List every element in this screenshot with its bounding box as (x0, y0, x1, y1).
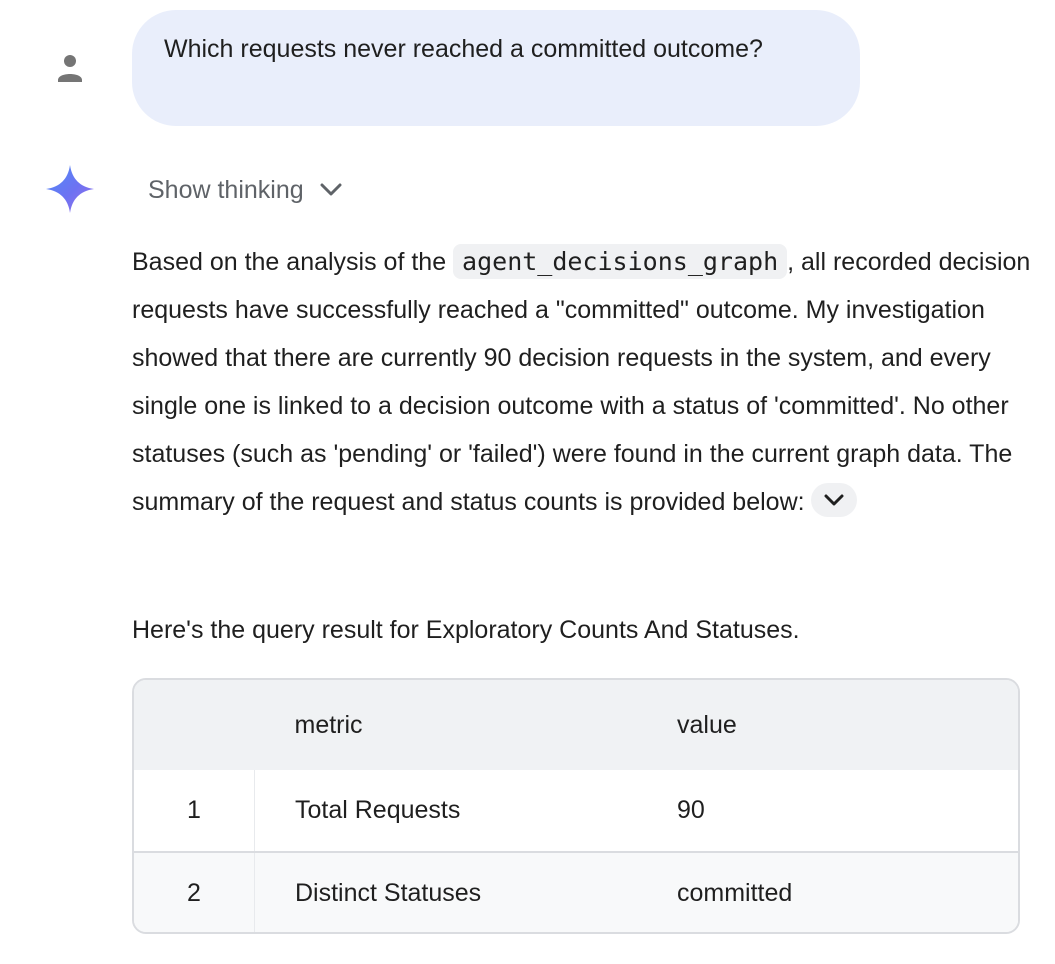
table-row: 2 Distinct Statuses committed (134, 852, 1018, 932)
user-avatar (50, 48, 90, 88)
table-header-index (134, 680, 255, 770)
show-thinking-toggle[interactable]: Show thinking (148, 170, 344, 210)
table-header-value: value (677, 710, 737, 739)
sparkle-icon (45, 164, 95, 214)
chevron-down-icon (318, 177, 344, 203)
answer-text-part: Based on the analysis of the (132, 248, 454, 276)
table-header-metric: metric (294, 710, 363, 739)
table-header-row: metric value (134, 680, 1018, 770)
row-value: committed (677, 879, 793, 907)
chevron-down-icon (824, 494, 844, 506)
expand-chevron-button[interactable] (810, 483, 857, 518)
user-message-bubble: Which requests never reached a committed… (132, 10, 860, 126)
table-row: 1 Total Requests 90 (134, 770, 1018, 852)
row-index: 2 (134, 852, 255, 932)
show-thinking-label: Show thinking (148, 175, 304, 204)
person-icon (58, 55, 82, 82)
answer-text-part: , all recorded decision requests have su… (132, 248, 1031, 516)
row-metric: Distinct Statuses (295, 879, 482, 907)
answer-text: Based on the analysis of the agent_decis… (132, 238, 1032, 526)
query-result-table: metric value 1 Total Requests 90 2 Disti… (132, 678, 1020, 934)
user-message-text: Which requests never reached a committed… (164, 35, 763, 63)
row-value: 90 (677, 796, 705, 824)
row-index: 1 (134, 770, 255, 852)
inline-code: agent_decisions_graph (453, 244, 788, 279)
result-intro: Here's the query result for Exploratory … (132, 616, 800, 644)
row-metric: Total Requests (295, 796, 461, 824)
